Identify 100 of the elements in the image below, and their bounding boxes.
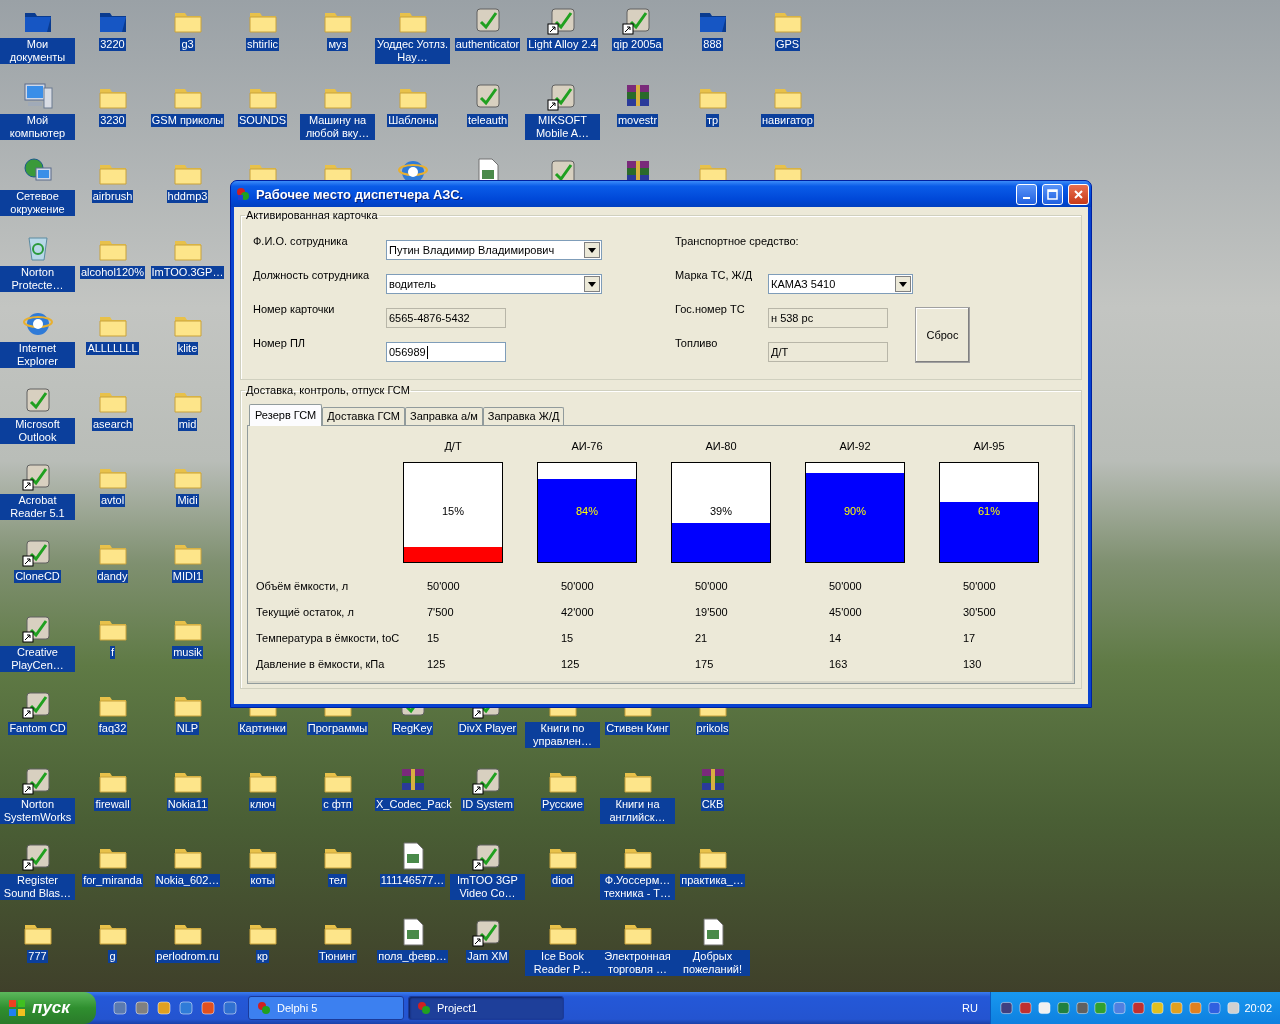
quick-launch-icon[interactable] [134,1000,150,1016]
icon-label[interactable]: 777 [27,950,48,963]
icon-label[interactable]: ID System [461,798,514,811]
icon-label[interactable]: firewall [94,798,131,811]
tray-icon[interactable] [1150,1000,1165,1016]
icon-label[interactable]: ALLLLLLL [86,342,139,355]
tray-icon[interactable] [1074,1000,1090,1016]
text-field[interactable]: 6565-4876-5432 [386,308,506,328]
tab[interactable]: Заправка а/м [405,407,483,425]
quick-launch-icon[interactable] [200,1000,216,1016]
icon-label[interactable]: CloneCD [14,570,61,583]
icon-label[interactable]: 3220 [99,38,126,51]
icon-label[interactable]: asearch [91,418,134,431]
icon-label[interactable]: SOUNDS [237,114,288,127]
dropdown-arrow-icon[interactable] [899,281,907,287]
icon-label[interactable]: муз [327,38,348,51]
icon-label[interactable]: Nokia11 [166,798,209,811]
icon-label[interactable]: teleauth [466,114,509,127]
dropdown-field[interactable]: Путин Владимир Владимирович [386,240,602,260]
icon-label[interactable]: Мои документы [0,38,75,64]
icon-label[interactable]: prikols [695,722,730,735]
icon-label[interactable]: authenticator [454,38,521,51]
icon-label[interactable]: коты [249,874,276,887]
reset-button[interactable]: Сброс [915,307,970,363]
icon-label[interactable]: Мой компьютер [0,114,75,140]
icon-label[interactable]: Light Alloy 2.4 [527,38,598,51]
icon-label[interactable]: ImTOO 3GP Video Co… [450,874,525,900]
dropdown-arrow-icon[interactable] [588,281,596,287]
quick-launch-icon[interactable] [222,1000,238,1016]
icon-label[interactable]: тр [705,114,720,127]
taskbar-button[interactable]: Project1 [408,996,564,1020]
icon-label[interactable]: Fantom CD [8,722,67,735]
taskbar-button[interactable]: Delphi 5 [248,996,404,1020]
tray-icon[interactable] [999,1000,1014,1016]
text-field[interactable]: Д/Т [768,342,888,362]
icon-label[interactable]: GSM приколы [150,114,225,127]
icon-label[interactable]: тел [327,874,348,887]
icon-label[interactable]: ключ [248,798,277,811]
icon-label[interactable]: СКВ [700,798,725,811]
quick-launch-icon[interactable] [156,1000,172,1016]
icon-label[interactable]: Шаблоны [387,114,438,127]
icon-label[interactable]: Программы [306,722,369,735]
icon-label[interactable]: с фтп [322,798,353,811]
tab[interactable]: Доставка ГСМ [322,407,405,425]
icon-label[interactable]: NLP [175,722,200,735]
icon-label[interactable]: Тюнинг [318,950,357,963]
icon-label[interactable]: Register Sound Blas… [0,874,75,900]
icon-label[interactable]: g3 [180,38,195,51]
icon-label[interactable]: alcohol120% [80,266,145,279]
icon-label[interactable]: g [108,950,117,963]
computer-icon[interactable] [21,80,54,112]
icon-label[interactable]: Книги на английск… [600,798,675,824]
icon-label[interactable]: 888 [702,38,723,51]
tray-icon[interactable] [1036,1000,1052,1016]
icon-label[interactable]: for_miranda [82,874,143,887]
icon-label[interactable]: Русские [541,798,584,811]
tray-icon[interactable] [1131,1000,1146,1016]
icon-label[interactable]: Jam XM [466,950,509,963]
tray-icon[interactable] [1206,1000,1222,1016]
icon-label[interactable]: MIKSOFT Mobile A… [525,114,600,140]
icon-label[interactable]: Creative PlayCen… [0,646,75,672]
quick-launch-icon[interactable] [112,1000,128,1016]
icon-label[interactable]: airbrush [91,190,134,203]
icon-label[interactable]: Стивен Кинг [605,722,670,735]
dropdown-arrow-icon[interactable] [588,247,596,253]
icon-label[interactable]: MIDI1 [171,570,204,583]
tray-icon[interactable] [1225,1000,1241,1016]
icon-label[interactable]: GPS [774,38,801,51]
start-button[interactable]: пуск [0,992,96,1024]
icon-label[interactable]: movestr [616,114,659,127]
icon-label[interactable]: DivX Player [457,722,518,735]
icon-label[interactable]: Norton SystemWorks [0,798,75,824]
icon-label[interactable]: Добрых пожеланий! [675,950,750,976]
icon-label[interactable]: практика_… [680,874,745,887]
icon-label[interactable]: Электронная торговля … [600,950,675,976]
icon-label[interactable]: Internet Explorer [0,342,75,368]
icon-label[interactable]: Midi [176,494,199,507]
icon-label[interactable]: hddmp3 [166,190,209,203]
tray-icon[interactable] [1017,1000,1033,1016]
icon-label[interactable]: Nokia_602… [154,874,221,887]
icon-label[interactable]: faq32 [97,722,128,735]
icon-label[interactable]: Сетевое окружение [0,190,75,216]
icon-label[interactable]: Microsoft Outlook [0,418,75,444]
quick-launch-icon[interactable] [178,1000,194,1016]
icon-label[interactable]: klite [176,342,199,355]
icon-label[interactable]: mid [177,418,198,431]
icon-label[interactable]: musik [172,646,203,659]
icon-label[interactable]: X_Codec_Pack [375,798,450,811]
icon-label[interactable]: qip 2005a [612,38,663,51]
dropdown-field[interactable]: водитель [386,274,602,294]
icon-label[interactable]: кр [256,950,269,963]
icon-label[interactable]: Картинки [238,722,287,735]
icon-label[interactable]: dandy [96,570,129,583]
icon-label[interactable]: Acrobat Reader 5.1 [0,494,75,520]
icon-label[interactable]: f [109,646,116,659]
tab[interactable]: Резерв ГСМ [249,404,323,426]
icon-label[interactable]: Уоддес Уотлз. Нау… [375,38,450,64]
icon-label[interactable]: RegKey [391,722,434,735]
icon-label[interactable]: diod [551,874,574,887]
icon-label[interactable]: avtol [99,494,126,507]
